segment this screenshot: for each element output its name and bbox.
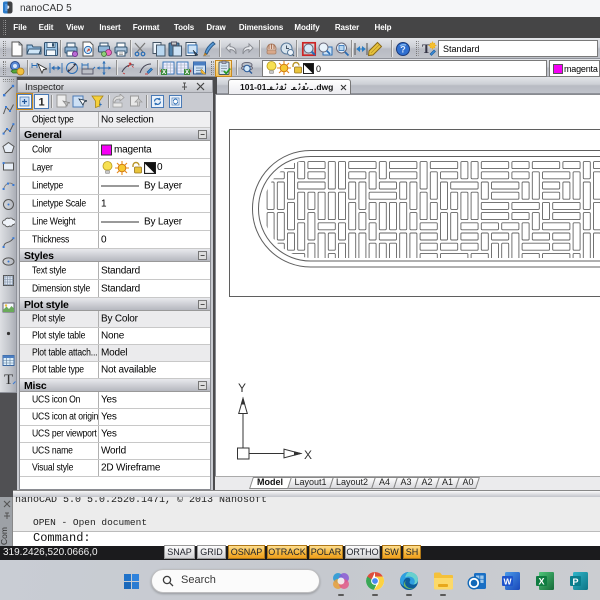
- svg-text:T: T: [422, 41, 431, 56]
- svg-text:X: X: [162, 69, 167, 76]
- svg-text:Y: Y: [238, 381, 246, 395]
- svg-text:X: X: [185, 69, 190, 76]
- svg-text:1: 1: [38, 97, 44, 109]
- svg-text:?: ?: [400, 45, 406, 55]
- svg-text:W: W: [503, 577, 512, 587]
- svg-text:X: X: [538, 577, 544, 587]
- svg-text:T: T: [4, 372, 13, 386]
- svg-text:X: X: [304, 448, 312, 462]
- svg-text:P: P: [572, 577, 578, 587]
